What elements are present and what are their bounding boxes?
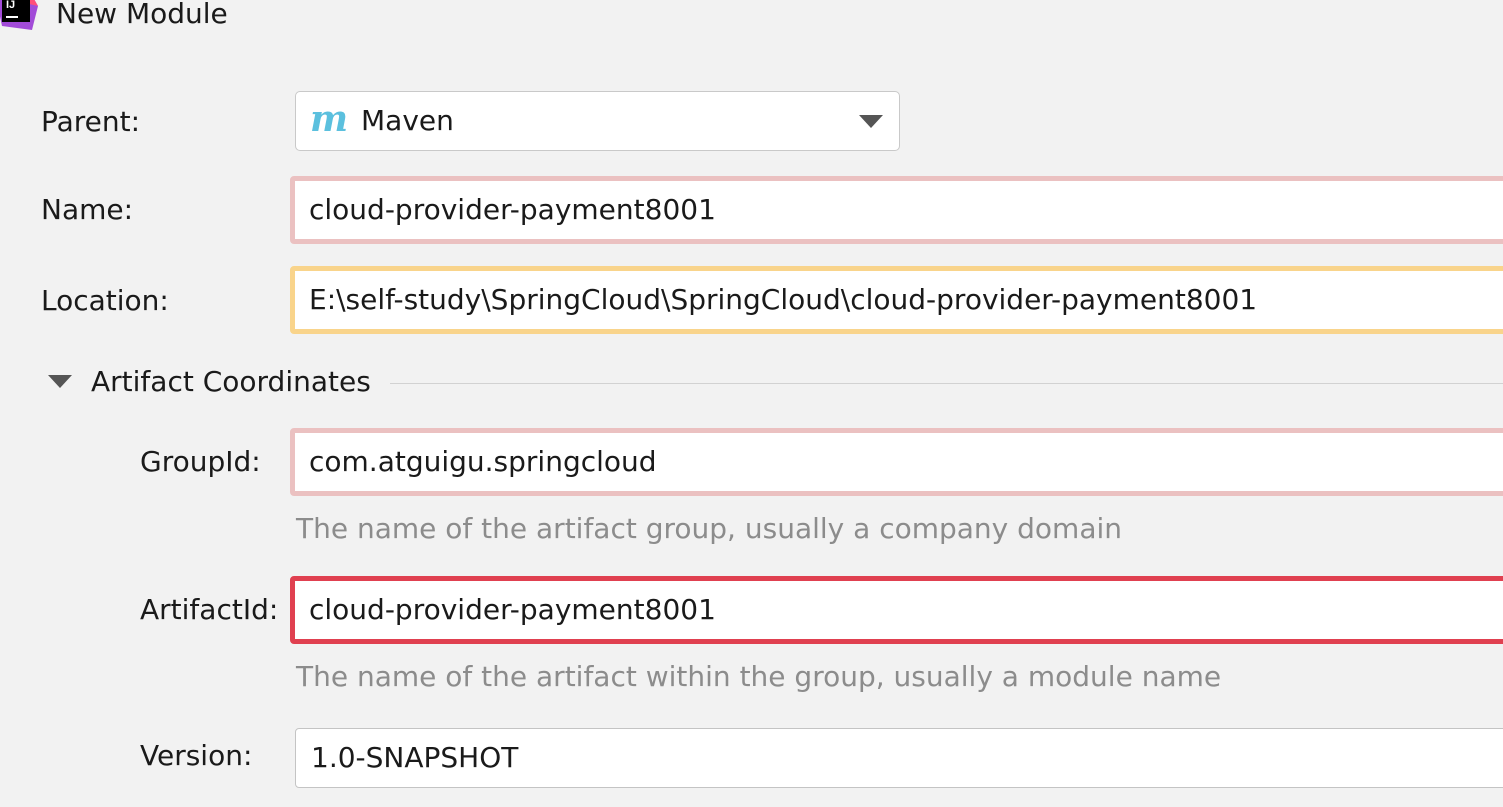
parent-dropdown[interactable]: m Maven: [295, 91, 900, 151]
parent-value: Maven: [361, 104, 454, 137]
artifact-id-value: cloud-provider-payment8001: [309, 593, 716, 626]
artifact-id-label: ArtifactId:: [140, 593, 279, 626]
name-label: Name:: [41, 193, 134, 226]
artifact-coordinates-title[interactable]: Artifact Coordinates: [91, 362, 371, 402]
parent-label: Parent:: [41, 105, 141, 138]
location-label: Location:: [41, 284, 169, 317]
name-field[interactable]: cloud-provider-payment8001: [290, 176, 1503, 244]
group-id-hint: The name of the artifact group, usually …: [296, 512, 1122, 545]
title-bar: IJ New Module: [0, 0, 1503, 36]
artifact-id-field[interactable]: cloud-provider-payment8001: [290, 576, 1503, 644]
version-field[interactable]: 1.0-SNAPSHOT: [295, 728, 1503, 788]
artifact-id-hint: The name of the artifact within the grou…: [296, 660, 1222, 693]
group-id-value: com.atguigu.springcloud: [309, 445, 657, 478]
location-value: E:\self-study\SpringCloud\SpringCloud\cl…: [309, 283, 1258, 316]
maven-icon: m: [310, 98, 349, 140]
location-field[interactable]: E:\self-study\SpringCloud\SpringCloud\cl…: [290, 266, 1503, 334]
version-value: 1.0-SNAPSHOT: [311, 741, 519, 774]
section-divider: [390, 383, 1503, 384]
name-value: cloud-provider-payment8001: [309, 193, 716, 226]
version-label: Version:: [140, 739, 253, 772]
group-id-field[interactable]: com.atguigu.springcloud: [290, 428, 1503, 496]
intellij-idea-icon: IJ: [0, 0, 38, 30]
chevron-down-icon[interactable]: [859, 115, 883, 128]
collapse-triangle-icon[interactable]: [48, 375, 72, 388]
window-title: New Module: [56, 0, 228, 30]
svg-text:IJ: IJ: [6, 0, 15, 11]
group-id-label: GroupId:: [140, 445, 261, 478]
